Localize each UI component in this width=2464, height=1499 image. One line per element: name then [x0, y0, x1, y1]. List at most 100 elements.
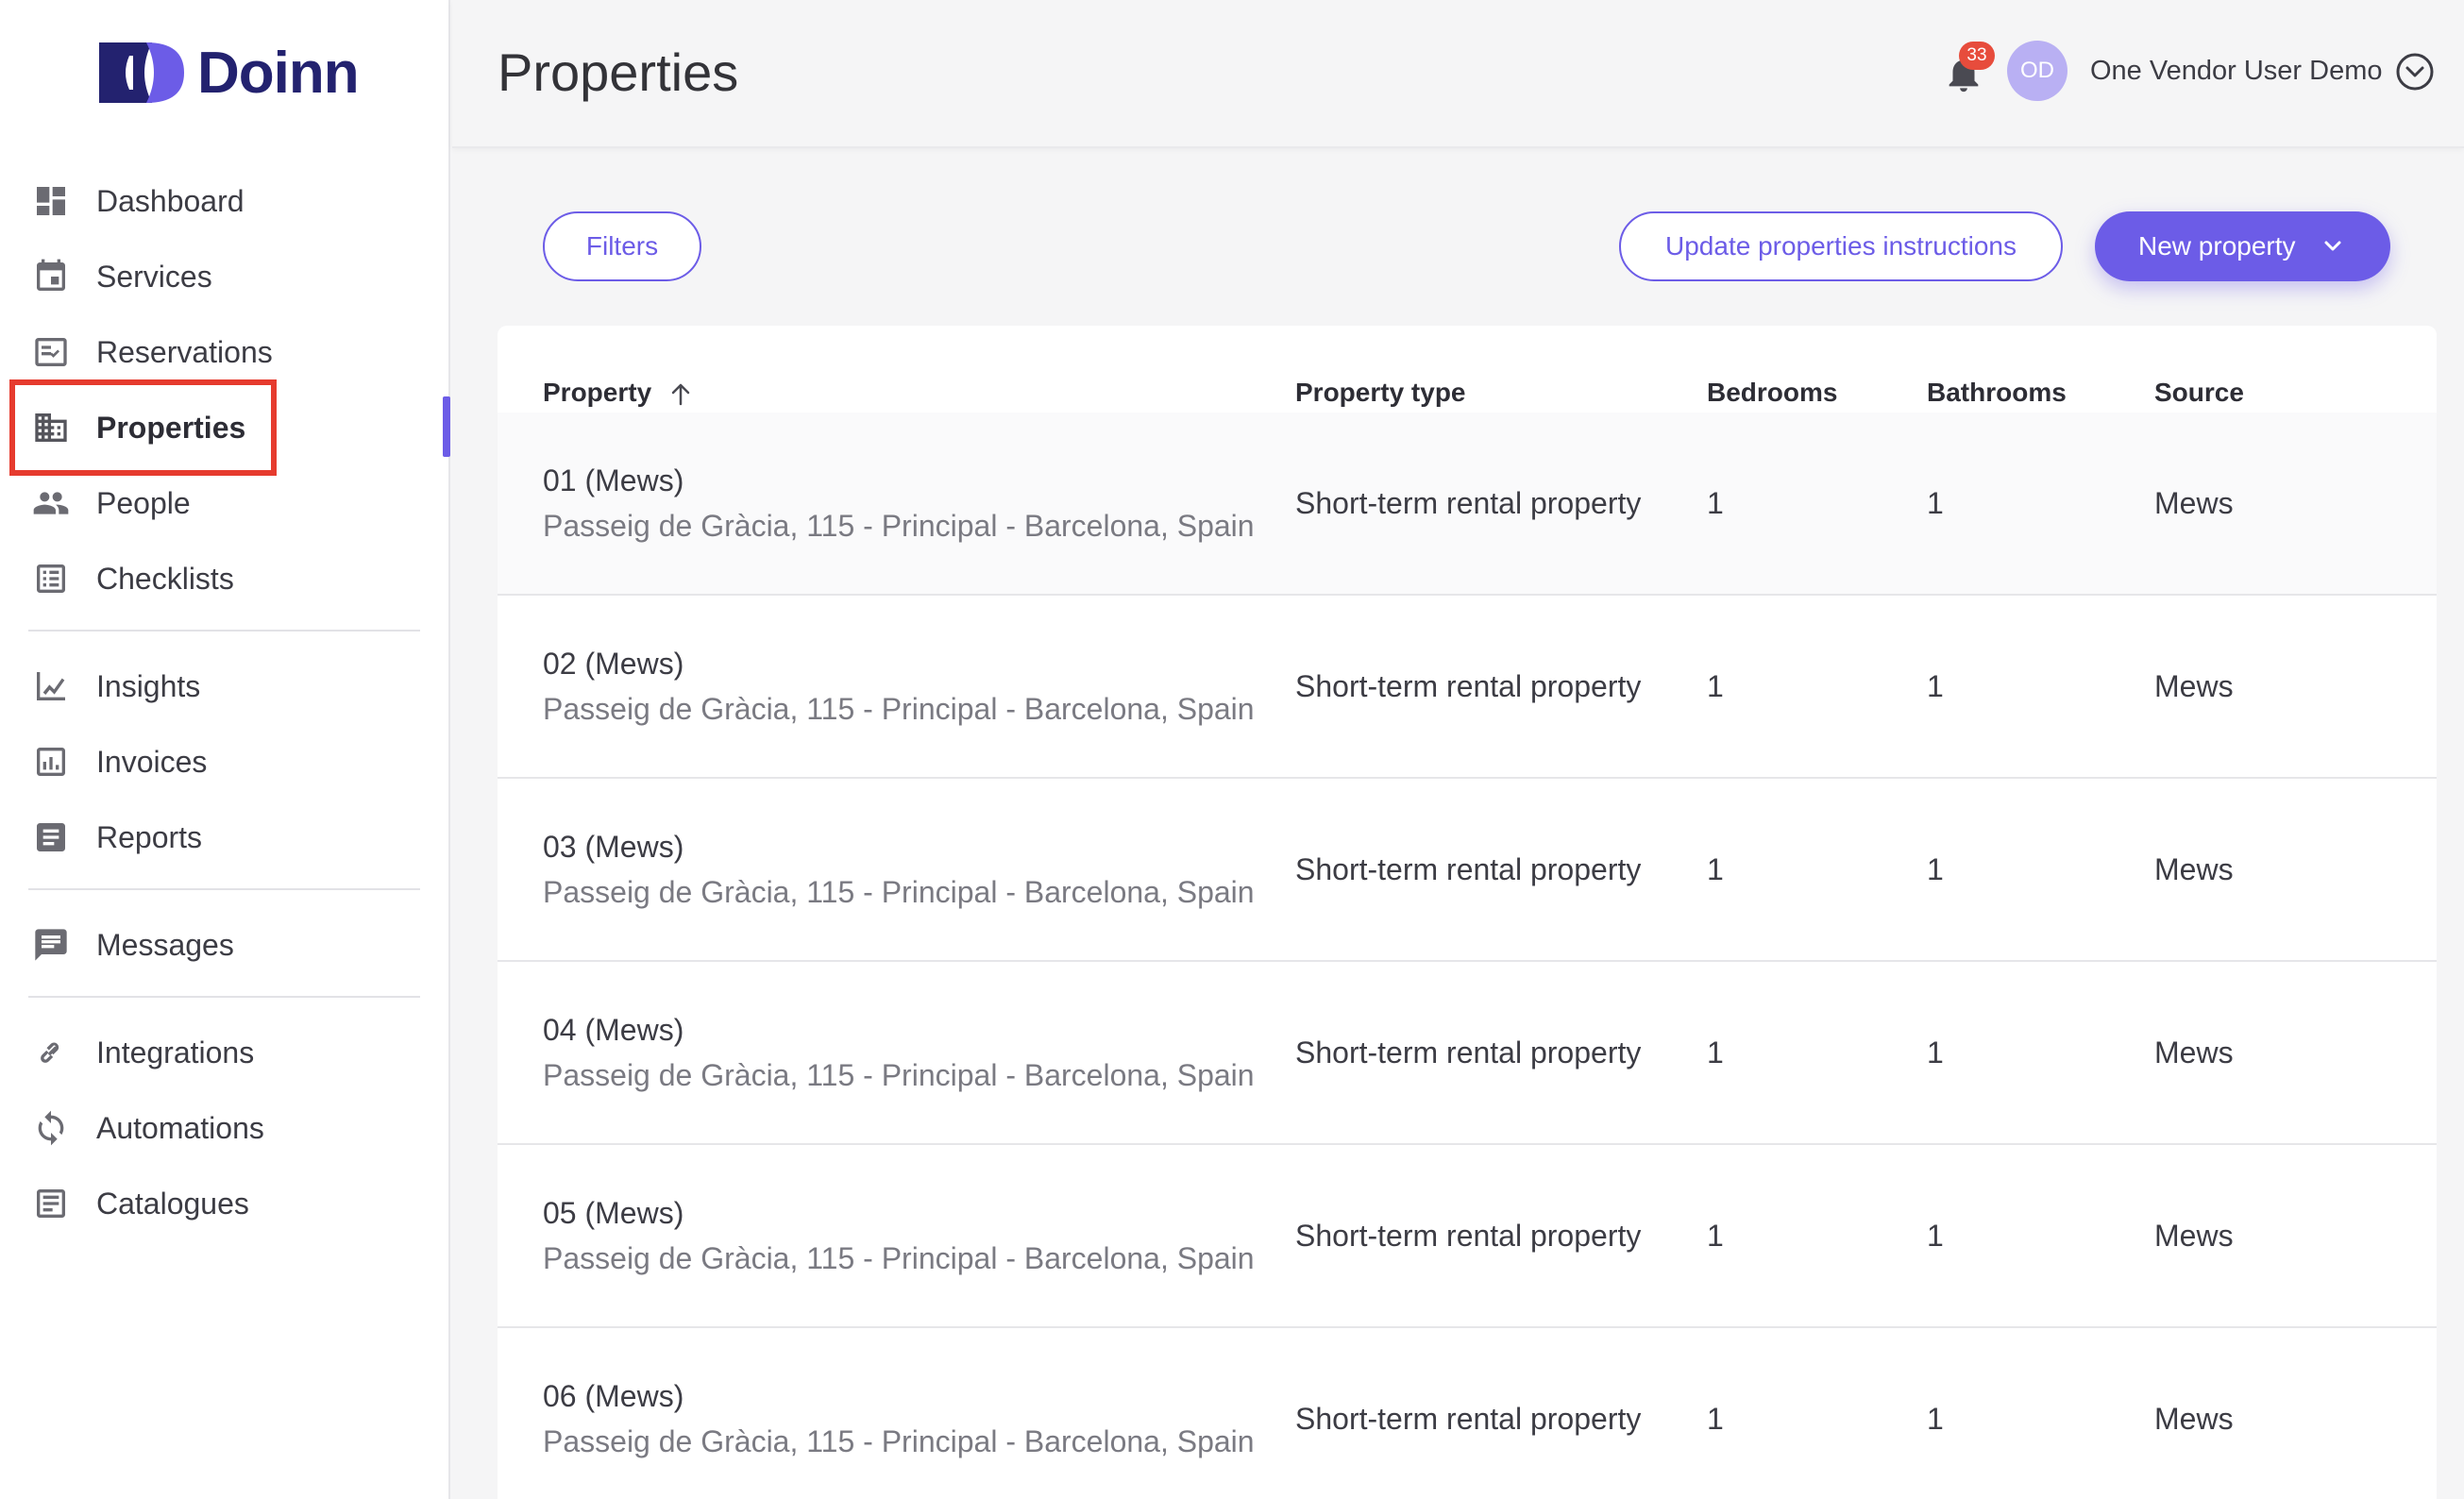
property-type: Short-term rental property [1295, 1036, 1642, 1070]
message-icon [32, 926, 70, 964]
bedrooms-value: 1 [1707, 1036, 1724, 1070]
calendar-icon [32, 258, 70, 295]
checklist-icon [32, 333, 70, 371]
sync-icon [32, 1109, 70, 1147]
sidebar-divider [28, 888, 420, 890]
sidebar-item-label: Services [96, 259, 212, 294]
table-row[interactable]: 03 (Mews) Passeig de Gràcia, 115 - Princ… [498, 779, 2437, 962]
table-row[interactable]: 01 (Mews) Passeig de Gràcia, 115 - Princ… [498, 413, 2437, 596]
sidebar-item-properties[interactable]: Properties [0, 390, 444, 465]
sidebar-item-label: Invoices [96, 744, 208, 779]
property-address: Passeig de Gràcia, 115 - Principal - Bar… [543, 1058, 1255, 1092]
bathrooms-value: 1 [1927, 852, 1944, 886]
people-icon [32, 484, 70, 522]
sidebar-item-insights[interactable]: Insights [0, 648, 444, 724]
page-title: Properties [498, 42, 739, 102]
sidebar-item-invoices[interactable]: Invoices [0, 724, 444, 800]
doinn-logo-icon [99, 42, 184, 103]
property-type: Short-term rental property [1295, 486, 1642, 520]
user-name[interactable]: One Vendor User Demo [2090, 56, 2382, 87]
bedrooms-value: 1 [1707, 486, 1724, 520]
source-value: Mews [2154, 1402, 2234, 1436]
sidebar-item-catalogues[interactable]: Catalogues [0, 1166, 444, 1241]
sidebar-item-label: Checklists [96, 561, 234, 596]
sidebar-item-label: Dashboard [96, 183, 245, 218]
sidebar: Doinn Dashboard Services Reservations Pr… [0, 0, 450, 1499]
new-property-button[interactable]: New property [2095, 211, 2390, 281]
avatar[interactable]: OD [2007, 41, 2067, 101]
top-header: Properties 33 OD One Vendor User Demo [452, 0, 2464, 148]
chart-line-icon [32, 667, 70, 705]
sidebar-item-label: Integrations [96, 1035, 255, 1070]
property-address: Passeig de Gràcia, 115 - Principal - Bar… [543, 1241, 1255, 1275]
report-icon [32, 818, 70, 856]
sidebar-divider [28, 630, 420, 632]
bedrooms-value: 1 [1707, 852, 1724, 886]
sidebar-item-label: Properties [96, 410, 246, 445]
property-name: 03 (Mews) [543, 830, 684, 864]
bathrooms-value: 1 [1927, 486, 1944, 520]
source-value: Mews [2154, 1219, 2234, 1253]
app-logo[interactable]: Doinn [99, 40, 360, 106]
property-address: Passeig de Gràcia, 115 - Principal - Bar… [543, 692, 1255, 726]
dashboard-icon [32, 182, 70, 220]
property-type: Short-term rental property [1295, 1219, 1642, 1253]
source-value: Mews [2154, 486, 2234, 520]
property-name: 02 (Mews) [543, 647, 684, 681]
property-name: 06 (Mews) [543, 1379, 684, 1413]
bathrooms-value: 1 [1927, 669, 1944, 703]
list-icon [32, 560, 70, 598]
column-header-property[interactable]: Property [543, 378, 695, 409]
table-row[interactable]: 06 (Mews) Passeig de Gràcia, 115 - Princ… [498, 1328, 2437, 1499]
sidebar-item-label: People [96, 485, 191, 520]
table-row[interactable]: 04 (Mews) Passeig de Gràcia, 115 - Princ… [498, 962, 2437, 1145]
column-header-source[interactable]: Source [2154, 378, 2244, 408]
sidebar-item-services[interactable]: Services [0, 239, 444, 314]
bedrooms-value: 1 [1707, 1402, 1724, 1436]
sidebar-item-label: Messages [96, 927, 234, 962]
source-value: Mews [2154, 669, 2234, 703]
sidebar-item-automations[interactable]: Automations [0, 1090, 444, 1166]
sidebar-item-label: Catalogues [96, 1186, 249, 1221]
bathrooms-value: 1 [1927, 1036, 1944, 1070]
property-address: Passeig de Gràcia, 115 - Principal - Bar… [543, 875, 1255, 909]
bathrooms-value: 1 [1927, 1402, 1944, 1436]
property-type: Short-term rental property [1295, 669, 1642, 703]
bedrooms-value: 1 [1707, 669, 1724, 703]
table-row[interactable]: 05 (Mews) Passeig de Gràcia, 115 - Princ… [498, 1145, 2437, 1328]
property-type: Short-term rental property [1295, 852, 1642, 886]
link-icon [32, 1034, 70, 1071]
chevron-down-circle-icon[interactable] [2394, 51, 2436, 93]
source-value: Mews [2154, 852, 2234, 886]
property-name: 01 (Mews) [543, 463, 684, 497]
bathrooms-value: 1 [1927, 1219, 1944, 1253]
sidebar-item-reports[interactable]: Reports [0, 800, 444, 875]
sidebar-item-label: Insights [96, 668, 201, 703]
property-address: Passeig de Gràcia, 115 - Principal - Bar… [543, 509, 1255, 543]
column-header-property-type[interactable]: Property type [1295, 378, 1466, 408]
active-indicator [443, 396, 450, 457]
column-header-label: Property [543, 378, 652, 407]
column-header-bathrooms[interactable]: Bathrooms [1927, 378, 2067, 408]
filters-button[interactable]: Filters [543, 211, 701, 281]
sidebar-item-checklists[interactable]: Checklists [0, 541, 444, 616]
property-name: 05 (Mews) [543, 1196, 684, 1230]
sidebar-item-label: Reports [96, 819, 203, 854]
sidebar-item-dashboard[interactable]: Dashboard [0, 163, 444, 239]
update-properties-instructions-button[interactable]: Update properties instructions [1619, 211, 2063, 281]
catalogue-icon [32, 1185, 70, 1222]
sidebar-item-people[interactable]: People [0, 465, 444, 541]
invoice-icon [32, 743, 70, 781]
column-header-bedrooms[interactable]: Bedrooms [1707, 378, 1837, 408]
sidebar-item-messages[interactable]: Messages [0, 907, 444, 983]
property-address: Passeig de Gràcia, 115 - Principal - Bar… [543, 1424, 1255, 1458]
sidebar-item-label: Automations [96, 1110, 264, 1145]
sidebar-item-label: Reservations [96, 334, 273, 369]
table-row[interactable]: 02 (Mews) Passeig de Gràcia, 115 - Princ… [498, 596, 2437, 779]
sidebar-item-reservations[interactable]: Reservations [0, 314, 444, 390]
notification-badge: 33 [1959, 42, 1995, 70]
source-value: Mews [2154, 1036, 2234, 1070]
sidebar-item-integrations[interactable]: Integrations [0, 1015, 444, 1090]
building-icon [32, 409, 70, 446]
app-name: Doinn [197, 40, 360, 106]
